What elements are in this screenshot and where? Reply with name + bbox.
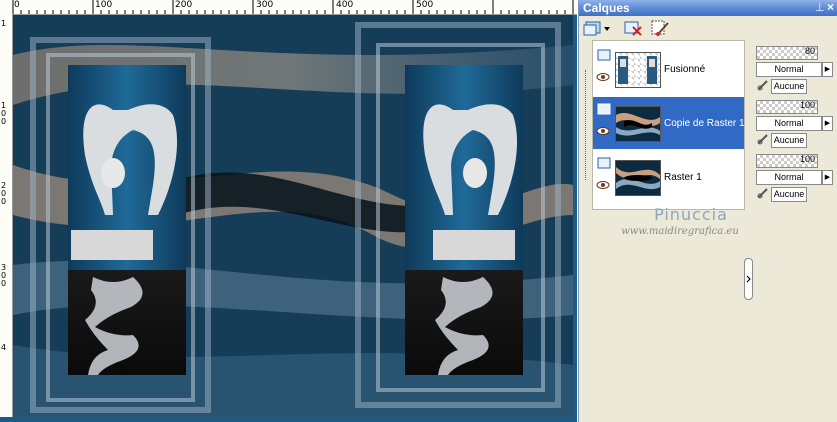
layer-properties-icon <box>651 20 669 36</box>
watermark-url: www.maidiregrafica.eu <box>621 226 739 237</box>
group-tree-line <box>585 70 587 180</box>
ruler-label: 3 0 0 <box>1 263 7 288</box>
layers-panel: Calques ⊥ × Fusionné Copie de Raster 1 R… <box>578 0 837 422</box>
vertical-scrollbar[interactable] <box>573 15 577 417</box>
delete-layer-button[interactable] <box>623 19 643 37</box>
blend-mode-select[interactable]: Normal <box>756 170 822 185</box>
layer-thumbnail <box>615 106 661 142</box>
watermark-name: Pinuccia <box>654 205 728 224</box>
panel-splitter-handle[interactable] <box>744 258 753 300</box>
mask-icon <box>757 134 768 145</box>
layer-properties-button[interactable] <box>651 19 671 37</box>
horizontal-ruler: 0 100 200 300 400 500 <box>0 0 577 15</box>
blend-mode-select[interactable]: Normal <box>756 62 822 77</box>
layer-row-raster-1[interactable]: Raster 1 <box>593 151 744 203</box>
eye-icon[interactable] <box>596 180 610 190</box>
layer-name: Fusionné <box>664 64 706 75</box>
layer-properties-copie-de-raster-1: 100 Normal ▶ Aucune <box>753 96 837 148</box>
layers-toolbar <box>579 16 837 40</box>
mask-icon <box>757 80 768 91</box>
ruler-label: 1 0 0 <box>1 101 7 126</box>
opacity-value: 80 <box>804 46 815 56</box>
layer-properties-raster-1: 100 Normal ▶ Aucune <box>753 150 837 202</box>
eye-icon[interactable] <box>596 126 610 136</box>
mask-icon <box>757 188 768 199</box>
ruler-label: 2 0 0 <box>1 181 7 206</box>
horizontal-scrollbar[interactable] <box>0 417 577 422</box>
new-layer-button[interactable] <box>583 19 611 37</box>
chevron-right-icon <box>746 275 751 283</box>
new-layer-icon <box>583 21 610 36</box>
layer-list: Fusionné Copie de Raster 1 Raster 1 <box>592 40 745 210</box>
panel-title: Calques <box>583 1 630 15</box>
dropdown-arrow-icon[interactable]: ▶ <box>822 62 833 77</box>
ruler-ticks <box>12 0 574 14</box>
opacity-value: 100 <box>799 154 815 164</box>
mask-select[interactable]: Aucune <box>771 187 807 202</box>
opacity-slider[interactable]: 100 <box>756 100 818 114</box>
close-icon[interactable]: × <box>827 0 834 14</box>
layer-name: Copie de Raster 1 <box>664 118 745 129</box>
mask-select[interactable]: Aucune <box>771 79 807 94</box>
layer-type-icon <box>597 157 611 169</box>
panel-titlebar[interactable]: Calques ⊥ × <box>579 0 837 16</box>
dropdown-arrow-icon[interactable]: ▶ <box>822 116 833 131</box>
pin-icon[interactable]: ⊥ <box>815 1 825 14</box>
vertical-ruler: 1 1 0 0 2 0 0 3 0 0 4 <box>0 14 13 422</box>
layer-thumbnail <box>615 52 661 88</box>
layer-row-fusionne[interactable]: Fusionné <box>593 43 744 95</box>
canvas-artwork <box>13 15 573 417</box>
dropdown-arrow-icon[interactable]: ▶ <box>822 170 833 185</box>
opacity-slider[interactable]: 80 <box>756 46 818 60</box>
ruler-label: 1 <box>1 19 7 28</box>
layer-properties-fusionne: 80 Normal ▶ Aucune <box>753 42 837 94</box>
layer-row-copie-de-raster-1[interactable]: Copie de Raster 1 <box>593 97 745 149</box>
layer-thumbnail <box>615 160 661 196</box>
layer-type-icon <box>597 103 611 115</box>
layer-name: Raster 1 <box>664 172 702 183</box>
delete-layer-icon <box>624 21 642 36</box>
opacity-slider[interactable]: 100 <box>756 154 818 168</box>
eye-icon[interactable] <box>596 72 610 82</box>
ruler-label: 4 <box>1 343 7 352</box>
opacity-value: 100 <box>799 100 815 110</box>
image-canvas[interactable] <box>13 15 573 417</box>
layer-type-icon <box>597 49 611 61</box>
mask-select[interactable]: Aucune <box>771 133 807 148</box>
blend-mode-select[interactable]: Normal <box>756 116 822 131</box>
